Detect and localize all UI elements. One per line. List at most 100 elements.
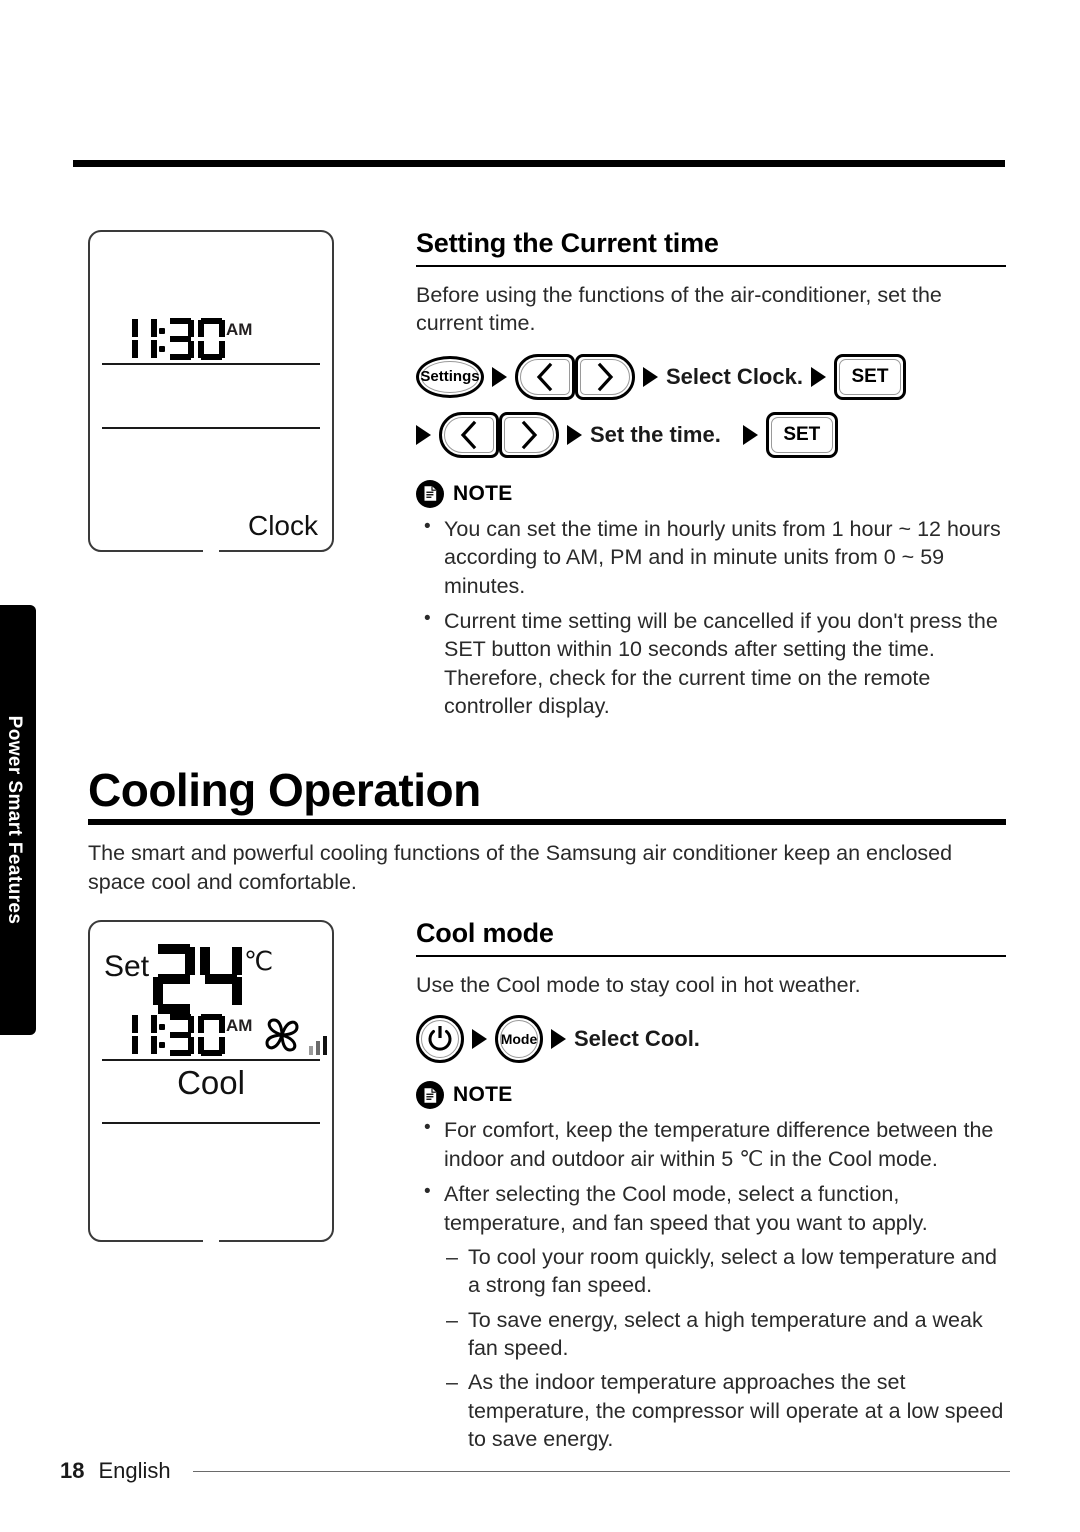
note-header-cool: NOTE xyxy=(416,1081,1006,1110)
lcd-mode-label-cool: Cool xyxy=(177,1064,245,1101)
note-sub-item: To cool your room quickly, select a low … xyxy=(444,1243,1006,1300)
note-list-clock: You can set the time in hourly units fro… xyxy=(416,514,1006,721)
set-button-label: SET xyxy=(783,423,821,445)
note-document-icon xyxy=(416,479,444,508)
lcd-mode-label-clock: Clock xyxy=(247,510,318,541)
chapter-side-tab: Power Smart Features xyxy=(0,605,36,1035)
fan-pinwheel-icon xyxy=(265,1018,299,1052)
clock-flow-instruction-1: Select Clock. xyxy=(666,363,803,389)
cool-section-intro: Use the Cool mode to stay cool in hot we… xyxy=(416,973,861,998)
footer-rule xyxy=(192,1470,1010,1472)
section-heading-cool: Cool mode xyxy=(416,918,554,948)
chapter-title: Cooling Operation xyxy=(88,764,481,816)
clock-illustration-column: AM Clock xyxy=(88,230,388,552)
seg-digit-4 xyxy=(198,318,225,360)
lcd-divider-top xyxy=(102,363,320,365)
seg-temp-digit-1 xyxy=(153,944,196,1014)
fan-speed-bars-icon xyxy=(309,1036,327,1055)
cool-meridiem: AM xyxy=(226,1016,253,1035)
chevron-left-icon xyxy=(460,420,477,450)
fan-indicator xyxy=(260,1014,333,1058)
seg-colon xyxy=(157,318,167,360)
page-language: English xyxy=(98,1458,171,1483)
flow-arrow-icon xyxy=(742,424,758,445)
note-item-text: After selecting the Cool mode, select a … xyxy=(444,1182,928,1235)
manual-page: Power Smart Features AM Clock Setting th… xyxy=(0,0,1080,1532)
cool-illustration-column: Set ℃ AM Cool xyxy=(88,920,388,1242)
page-top-rule xyxy=(73,160,1005,167)
chapter-block: Cooling Operation The smart and powerful… xyxy=(88,766,1006,896)
flow-arrow-icon xyxy=(643,366,658,387)
note-item: Current time setting will be cancelled i… xyxy=(416,606,1006,721)
note-item: For comfort, keep the temperature differ… xyxy=(416,1115,1006,1173)
seg-temp-digit-2 xyxy=(200,944,243,1014)
prev-button[interactable] xyxy=(439,411,499,458)
flow-arrow-icon xyxy=(551,1029,566,1050)
cool-section: Cool mode Use the Cool mode to stay cool… xyxy=(416,918,1006,1454)
seg-digit-1 xyxy=(124,318,138,360)
prev-button[interactable] xyxy=(515,353,575,400)
clock-section: Setting the Current time Before using th… xyxy=(416,228,1006,720)
remote-display-clock: AM Clock xyxy=(88,230,334,552)
power-button[interactable] xyxy=(416,1015,464,1064)
section-heading-rule xyxy=(416,265,1006,268)
settings-button-label: Settings xyxy=(420,368,480,386)
mode-button[interactable]: Mode xyxy=(495,1015,543,1064)
clock-section-intro: Before using the functions of the air-co… xyxy=(416,283,942,336)
chapter-side-tab-label: Power Smart Features xyxy=(4,715,25,925)
flow-arrow-icon xyxy=(416,424,431,445)
cool-time-readout: AM xyxy=(124,1014,252,1056)
flow-arrow-icon xyxy=(810,366,826,387)
chevron-right-icon xyxy=(597,362,614,392)
seg-digit-4 xyxy=(198,1014,225,1056)
set-button[interactable]: SET xyxy=(765,411,838,458)
temperature-unit: ℃ xyxy=(244,946,274,976)
note-item: After selecting the Cool mode, select a … xyxy=(416,1179,1006,1454)
cool-flow-row: Mode Select Cool. xyxy=(416,1015,1006,1064)
set-button[interactable]: SET xyxy=(833,353,906,400)
next-button[interactable] xyxy=(499,411,559,458)
flow-arrow-icon xyxy=(567,424,582,445)
note-item: You can set the time in hourly units fro… xyxy=(416,514,1006,600)
clock-meridiem: AM xyxy=(226,320,253,339)
lcd-divider-bottom xyxy=(102,1122,320,1124)
note-sub-item: As the indoor temperature approaches the… xyxy=(444,1368,1006,1453)
chevron-right-icon xyxy=(521,420,538,450)
clock-flow-row-2: Set the time. SET xyxy=(416,411,1006,458)
cool-set-temp-readout: Set ℃ xyxy=(104,944,273,1014)
lcd-bottom-notch xyxy=(203,1240,219,1242)
cool-flow-instruction: Select Cool. xyxy=(574,1026,700,1052)
set-label: Set xyxy=(104,950,150,983)
set-button-label: SET xyxy=(851,365,889,387)
mode-button-label: Mode xyxy=(500,1031,538,1048)
flow-arrow-icon xyxy=(472,1029,487,1050)
chapter-rule xyxy=(88,819,1006,826)
clock-flow-instruction-2: Set the time. xyxy=(590,421,721,447)
seg-colon xyxy=(157,1014,167,1056)
note-title: NOTE xyxy=(453,1083,513,1107)
note-list-cool: For comfort, keep the temperature differ… xyxy=(416,1115,1006,1454)
lcd-bottom-notch xyxy=(203,550,219,552)
seg-digit-3 xyxy=(167,1014,194,1056)
page-footer: 18 English xyxy=(60,1458,1010,1484)
note-sub-list: To cool your room quickly, select a low … xyxy=(444,1243,1006,1454)
chevron-left-icon xyxy=(536,362,553,392)
seg-digit-3 xyxy=(167,318,194,360)
next-button[interactable] xyxy=(575,353,635,400)
flow-arrow-icon xyxy=(492,366,507,387)
clock-flow-row-1: Settings Select Clock. SET xyxy=(416,353,1006,400)
chapter-intro: The smart and powerful cooling functions… xyxy=(88,841,953,894)
page-number: 18 xyxy=(60,1458,85,1483)
section-heading-clock: Setting the Current time xyxy=(416,228,719,258)
note-header-clock: NOTE xyxy=(416,479,1006,508)
seg-digit-2 xyxy=(143,318,157,360)
settings-button[interactable]: Settings xyxy=(416,355,484,398)
remote-display-cool: Set ℃ AM Cool xyxy=(88,920,334,1242)
lcd-divider-bottom xyxy=(102,427,320,429)
seg-digit-2 xyxy=(143,1014,157,1056)
note-title: NOTE xyxy=(453,481,513,505)
seg-digit-1 xyxy=(124,1014,138,1056)
lcd-divider-top xyxy=(102,1059,320,1061)
clock-time-readout: AM xyxy=(124,318,252,360)
section-heading-rule xyxy=(416,955,1006,958)
